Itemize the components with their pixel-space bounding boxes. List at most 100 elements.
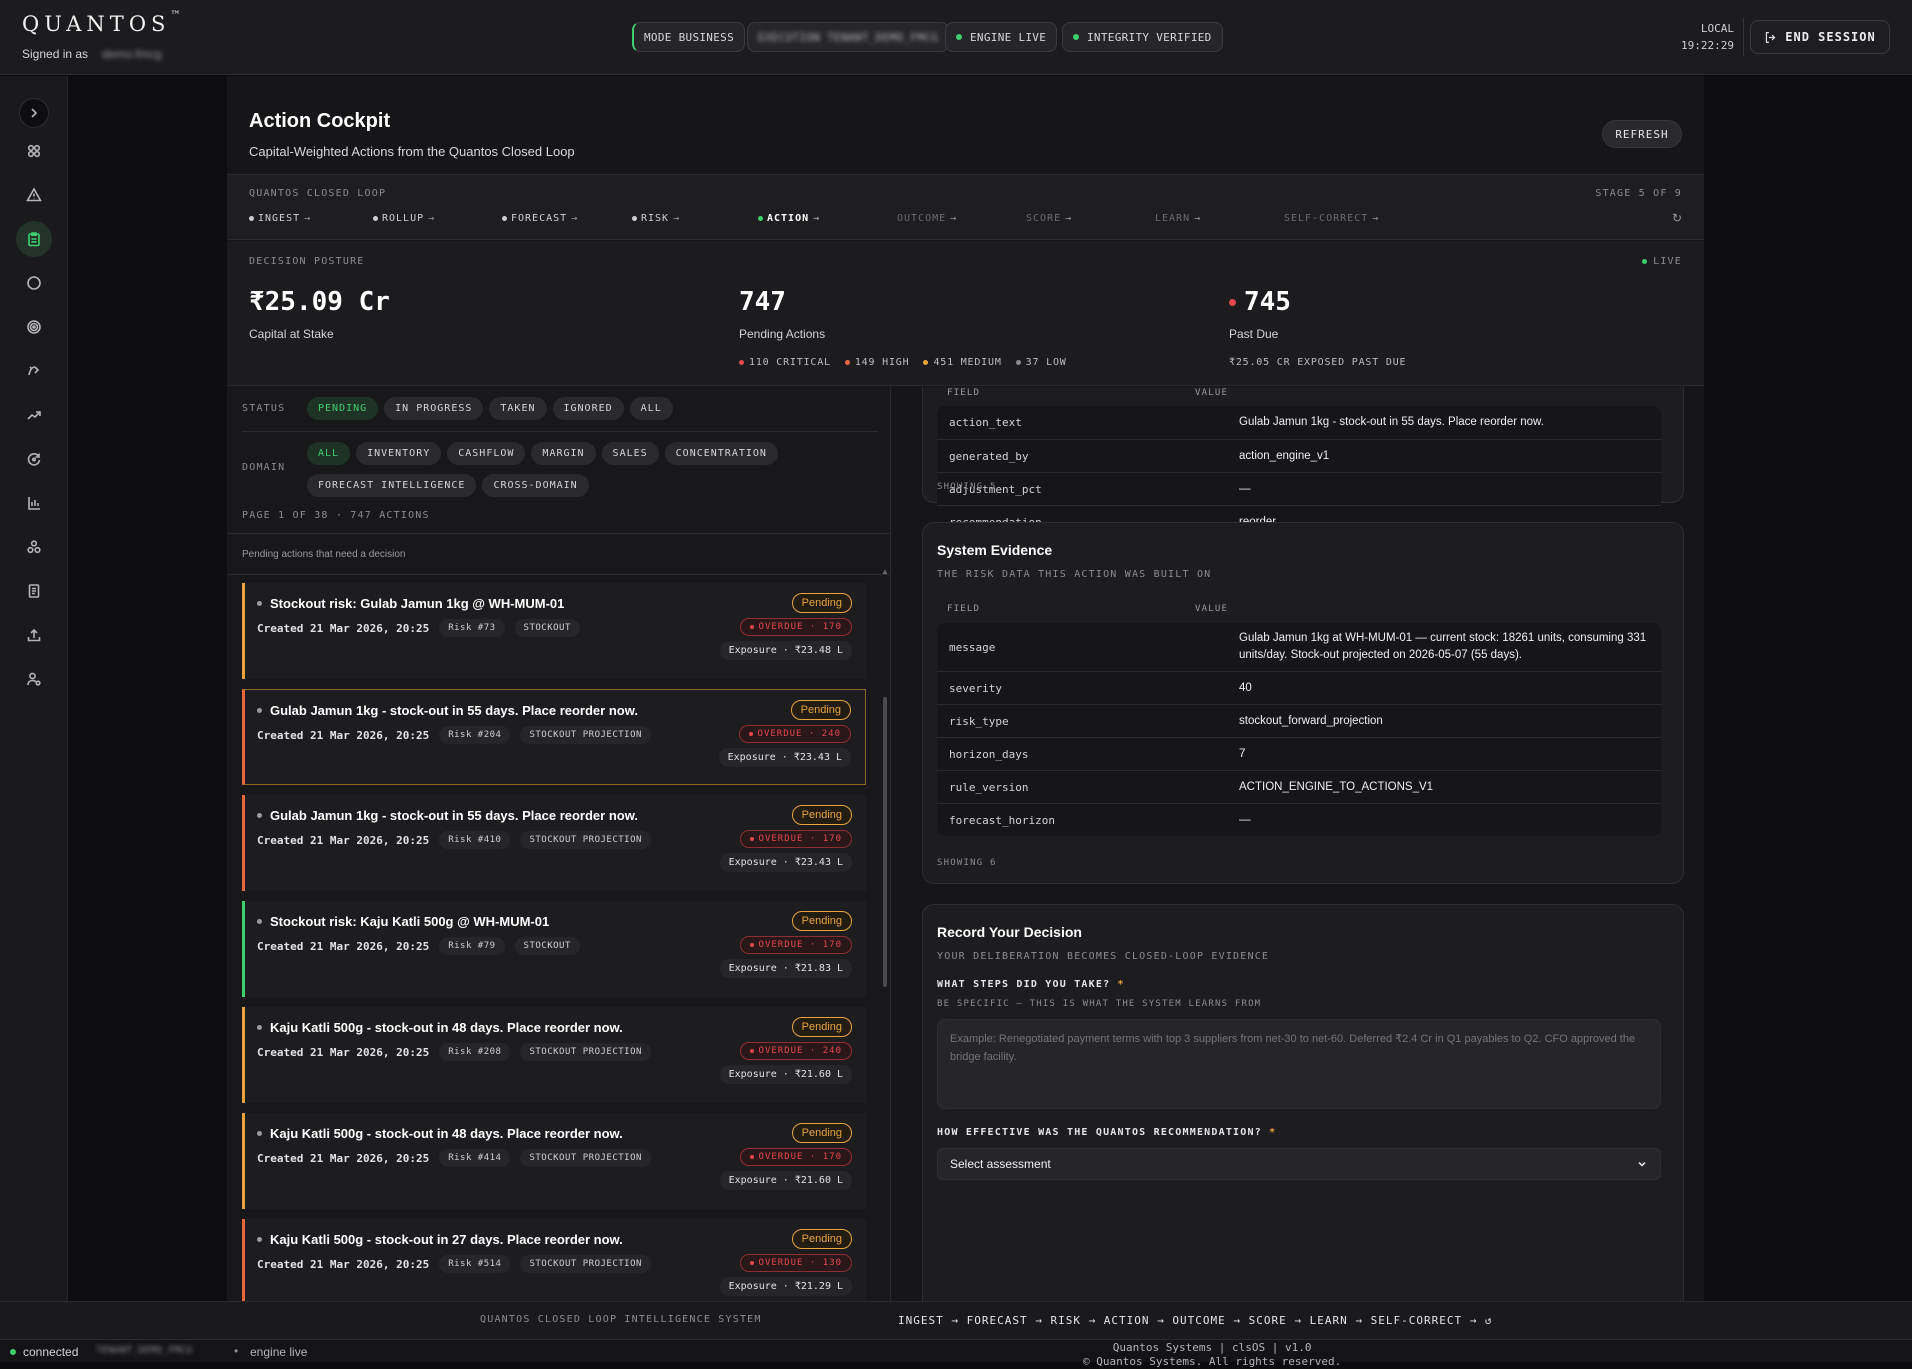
past-due-label: Past Due	[1229, 327, 1279, 341]
status-badge: Pending	[791, 1017, 852, 1037]
status-chip-in-progress[interactable]: IN PROGRESS	[384, 397, 484, 420]
nav-upload[interactable]	[16, 617, 52, 653]
footer: QUANTOS CLOSED LOOP INTELLIGENCE SYSTEM …	[0, 1301, 1912, 1339]
scrollbar-thumb[interactable]	[883, 697, 887, 987]
severity-count: 110 CRITICAL	[739, 357, 831, 368]
sidebar	[0, 76, 68, 1301]
action-card[interactable]: Gulab Jamun 1kg - stock-out in 55 days. …	[242, 689, 866, 785]
table-row: forecast_horizon —	[937, 803, 1661, 836]
exposure-badge: Exposure · ₹21.83 L	[719, 959, 852, 978]
loop-stage-counter: STAGE 5 OF 9	[1595, 188, 1682, 199]
action-card[interactable]: Stockout risk: Kaju Katli 500g @ WH-MUM-…	[242, 901, 866, 997]
domain-chip-forecast-intelligence[interactable]: FORECAST INTELLIGENCE	[307, 474, 477, 497]
refresh-button[interactable]: REFRESH	[1602, 120, 1682, 148]
evidence-title: System Evidence	[937, 542, 1053, 558]
action-detail-panel: FIELD VALUE action_text Gulab Jamun 1kg -…	[904, 387, 1704, 1301]
created-date: Created 21 Mar 2026, 20:25	[257, 1045, 430, 1059]
risk-type-tag: STOCKOUT	[514, 937, 580, 955]
nav-history[interactable]	[16, 265, 52, 301]
version-info: Quantos Systems | clsOS | v1.0 © Quantos …	[1083, 1341, 1342, 1368]
pending-actions-metric: 747 Pending Actions 110 CRITICAL 149 HIGH…	[739, 287, 1067, 368]
risk-id-tag: Risk #414	[439, 1149, 511, 1167]
nav-documents[interactable]	[16, 573, 52, 609]
action-card[interactable]: Kaju Katli 500g - stock-out in 48 days. …	[242, 1113, 866, 1209]
scroll-up-arrow[interactable]: ▲	[881, 567, 889, 576]
status-badge: Pending	[791, 911, 852, 931]
risk-type-tag: STOCKOUT PROJECTION	[520, 831, 651, 849]
domain-chip-concentration[interactable]: CONCENTRATION	[664, 442, 778, 465]
showing-count: SHOWING 5	[937, 482, 997, 492]
end-session-button[interactable]: END SESSION	[1750, 20, 1890, 54]
nav-targets[interactable]	[16, 309, 52, 345]
table-row: adjustment_pct —	[937, 472, 1661, 505]
exposure-badge: Exposure · ₹23.48 L	[719, 641, 852, 660]
action-meta: Created 21 Mar 2026, 20:25 Risk #208 STOCK…	[257, 1043, 651, 1061]
action-card[interactable]: Stockout risk: Gulab Jamun 1kg @ WH-MUM-…	[242, 583, 866, 679]
clipboard-icon	[28, 232, 40, 247]
action-title: Stockout risk: Kaju Katli 500g @ WH-MUM-…	[257, 914, 549, 929]
created-date: Created 21 Mar 2026, 20:25	[257, 728, 430, 742]
action-title: Kaju Katli 500g - stock-out in 27 days. …	[257, 1232, 623, 1247]
overdue-badge: OVERDUE · 240	[738, 725, 851, 743]
exposure-badge: Exposure · ₹21.29 L	[719, 1277, 852, 1296]
connection-status: connected	[10, 1345, 78, 1359]
integrity-status-badge: INTEGRITY VERIFIED	[1062, 22, 1223, 52]
field-value: Gulab Jamun 1kg at WH-MUM-01 — current s…	[1239, 632, 1647, 661]
domain-chip-cross-domain[interactable]: CROSS-DOMAIN	[482, 474, 589, 497]
action-card[interactable]: Kaju Katli 500g - stock-out in 27 days. …	[242, 1219, 866, 1301]
nav-insights[interactable]	[16, 353, 52, 389]
arrow-icon: →	[673, 213, 681, 224]
brand-logo: QUANTOS™	[22, 10, 181, 36]
field-header: FIELD	[947, 604, 981, 614]
target-icon	[27, 320, 41, 334]
domain-filter: DOMAIN ALL INVENTORY CASHFLOW MARGIN SALES CO…	[242, 442, 827, 497]
past-due-value: 745	[1229, 287, 1406, 317]
status-badge: Pending	[791, 805, 852, 825]
nav-alerts[interactable]	[16, 177, 52, 213]
live-indicator: LIVE	[1642, 256, 1682, 267]
status-badge: Pending	[790, 700, 851, 720]
severity-count: 451 MEDIUM	[923, 357, 1001, 368]
assessment-select[interactable]: Select assessment	[937, 1148, 1661, 1180]
status-chip-pending[interactable]: PENDING	[307, 397, 379, 420]
risk-type-tag: STOCKOUT PROJECTION	[520, 1043, 651, 1061]
loop-stage-rollup: ROLLUP →	[373, 213, 435, 224]
system-evidence-panel: System Evidence THE RISK DATA THIS ACTIO…	[922, 522, 1684, 884]
action-card[interactable]: Kaju Katli 500g - stock-out in 48 days. …	[242, 1007, 866, 1103]
status-chip-ignored[interactable]: IGNORED	[552, 397, 624, 420]
nav-overview[interactable]	[16, 133, 52, 169]
value-header: VALUE	[1195, 604, 1229, 614]
action-meta: Created 21 Mar 2026, 20:25 Risk #514 STOCK…	[257, 1255, 651, 1273]
risk-id-tag: Risk #410	[439, 831, 511, 849]
nav-cycle[interactable]	[16, 441, 52, 477]
exposure-badge: Exposure · ₹21.60 L	[719, 1065, 852, 1084]
nav-network[interactable]	[16, 529, 52, 565]
loop-stage-self-correct: SELF-CORRECT →	[1284, 213, 1380, 224]
nav-actions[interactable]	[16, 221, 52, 257]
domain-chip-margin[interactable]: MARGIN	[531, 442, 596, 465]
action-card[interactable]: Gulab Jamun 1kg - stock-out in 55 days. …	[242, 795, 866, 891]
nav-reports[interactable]	[16, 485, 52, 521]
steps-input[interactable]	[937, 1019, 1661, 1109]
risk-id-tag: Risk #514	[439, 1255, 511, 1273]
nav-user-settings[interactable]	[16, 661, 52, 697]
domain-chip-cashflow[interactable]: CASHFLOW	[447, 442, 526, 465]
action-meta: Created 21 Mar 2026, 20:25 Risk #410 STOCK…	[257, 831, 651, 849]
table-row: severity 40	[937, 671, 1661, 704]
sidebar-expand-button[interactable]	[19, 98, 49, 128]
status-chip-all[interactable]: ALL	[629, 397, 673, 420]
divider	[242, 431, 878, 432]
domain-chip-all[interactable]: ALL	[307, 442, 351, 465]
field-value: —	[1239, 813, 1251, 826]
action-title: Gulab Jamun 1kg - stock-out in 55 days. …	[257, 703, 638, 718]
reload-icon[interactable]: ↻	[1672, 211, 1682, 225]
status-chip-taken[interactable]: TAKEN	[489, 397, 547, 420]
domain-chip-inventory[interactable]: INVENTORY	[356, 442, 442, 465]
evidence-caption: THE RISK DATA THIS ACTION WAS BUILT ON	[937, 569, 1212, 580]
nav-trends[interactable]	[16, 397, 52, 433]
domain-chip-sales[interactable]: SALES	[601, 442, 659, 465]
risk-id-tag: Risk #204	[439, 726, 511, 744]
loop-stage-learn: LEARN →	[1155, 213, 1202, 224]
field-key: rule_version	[949, 780, 1029, 794]
risk-type-tag: STOCKOUT PROJECTION	[520, 1255, 651, 1273]
